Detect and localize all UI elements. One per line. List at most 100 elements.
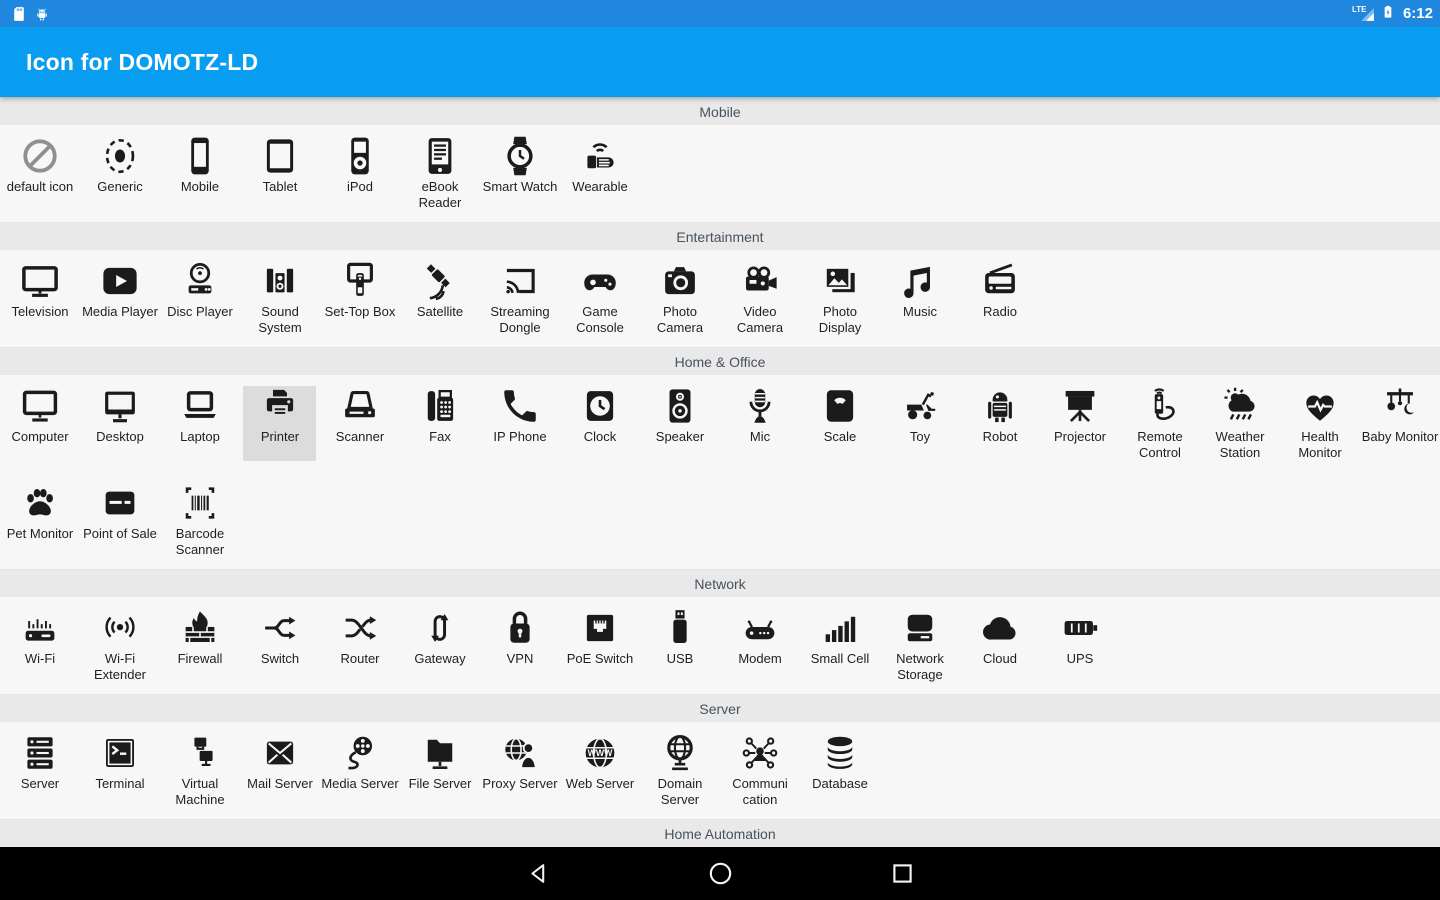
- icon-option-sound-system[interactable]: Sound System: [240, 250, 320, 347]
- icon-option-label: USB: [666, 651, 694, 666]
- icon-option-label: Terminal: [95, 776, 145, 791]
- icon-option-barcode-scanner[interactable]: Barcode Scanner: [160, 472, 240, 569]
- back-icon[interactable]: [523, 859, 553, 889]
- communication-icon: [739, 731, 781, 775]
- icon-option-radio[interactable]: Radio: [960, 250, 1040, 347]
- icon-option-default-icon[interactable]: default icon: [0, 125, 80, 222]
- icon-option-media-player[interactable]: Media Player: [80, 250, 160, 347]
- icon-option-generic[interactable]: Generic: [80, 125, 160, 222]
- proxy-server-icon: [499, 731, 541, 775]
- icon-option-switch[interactable]: Switch: [240, 597, 320, 694]
- robot-icon: [979, 384, 1021, 428]
- icon-option-computer[interactable]: Computer: [0, 375, 80, 472]
- icon-option-virtual-machine[interactable]: Virtual Machine: [160, 722, 240, 819]
- icon-option-label: Wearable: [572, 179, 628, 194]
- music-icon: [899, 259, 941, 303]
- icon-option-photo-display[interactable]: Photo Display: [800, 250, 880, 347]
- icon-option-set-top-box[interactable]: Set-Top Box: [320, 250, 400, 347]
- icon-option-disc-player[interactable]: Disc Player: [160, 250, 240, 347]
- icon-option-label: Cloud: [983, 651, 1017, 666]
- network-storage-icon: [899, 606, 941, 650]
- icon-option-baby-monitor[interactable]: Baby Monitor: [1360, 375, 1440, 472]
- recents-icon[interactable]: [887, 859, 917, 889]
- icon-option-remote-control[interactable]: Remote Control: [1120, 375, 1200, 472]
- icon-option-small-cell[interactable]: Small Cell: [800, 597, 880, 694]
- icon-option-cloud[interactable]: Cloud: [960, 597, 1040, 694]
- icon-option-label: Barcode Scanner: [175, 526, 225, 557]
- icon-option-network-storage[interactable]: Network Storage: [880, 597, 960, 694]
- icon-option-label: Photo Camera: [656, 304, 704, 335]
- icon-option-game-console[interactable]: Game Console: [560, 250, 640, 347]
- android-nav-bar: [0, 847, 1440, 900]
- icon-option-label: Scale: [823, 429, 857, 444]
- icon-option-modem[interactable]: Modem: [720, 597, 800, 694]
- icon-option-ipod[interactable]: iPod: [320, 125, 400, 222]
- icon-option-web-server[interactable]: WWW Web Server: [560, 722, 640, 819]
- disc-player-icon: [179, 259, 221, 303]
- mail-server-icon: [259, 731, 301, 775]
- icon-option-weather-station[interactable]: Weather Station: [1200, 375, 1280, 472]
- icon-option-robot[interactable]: Robot: [960, 375, 1040, 472]
- svg-text:WWW: WWW: [588, 748, 614, 758]
- icon-option-projector[interactable]: Projector: [1040, 375, 1120, 472]
- icon-option-media-server[interactable]: Media Server: [320, 722, 400, 819]
- icon-option-laptop[interactable]: Laptop: [160, 375, 240, 472]
- icon-option-wi-fi-extender[interactable]: Wi-Fi Extender: [80, 597, 160, 694]
- icon-option-streaming-dongle[interactable]: Streaming Dongle: [480, 250, 560, 347]
- icon-option-proxy-server[interactable]: Proxy Server: [480, 722, 560, 819]
- icon-option-tablet[interactable]: Tablet: [240, 125, 320, 222]
- icon-option-server[interactable]: Server: [0, 722, 80, 819]
- icon-option-terminal[interactable]: Terminal: [80, 722, 160, 819]
- icon-option-usb[interactable]: USB: [640, 597, 720, 694]
- icon-option-vpn[interactable]: VPN: [480, 597, 560, 694]
- icon-option-pet-monitor[interactable]: Pet Monitor: [0, 472, 80, 569]
- icon-option-mobile[interactable]: Mobile: [160, 125, 240, 222]
- icon-option-television[interactable]: Television: [0, 250, 80, 347]
- section-grid-server: Server Terminal Virtual Machine Mail Server…: [0, 722, 1440, 819]
- icon-option-label: Music: [903, 304, 937, 319]
- section-header-entertainment: Entertainment: [0, 222, 1440, 250]
- home-icon[interactable]: [705, 859, 735, 889]
- icon-option-speaker[interactable]: Speaker: [640, 375, 720, 472]
- icon-option-label: Media Server: [321, 776, 399, 791]
- app-bar: Icon for DOMOTZ-LD: [0, 27, 1440, 97]
- toy-icon: [899, 384, 941, 428]
- icon-option-scanner[interactable]: Scanner: [320, 375, 400, 472]
- sound-system-icon: [259, 259, 301, 303]
- streaming-dongle-icon: [499, 259, 541, 303]
- icon-option-printer[interactable]: Printer: [240, 375, 320, 472]
- icon-option-fax[interactable]: Fax: [400, 375, 480, 472]
- icon-option-poe-switch[interactable]: PoE Switch: [560, 597, 640, 694]
- icon-option-wi-fi[interactable]: Wi-Fi: [0, 597, 80, 694]
- icon-option-clock[interactable]: Clock: [560, 375, 640, 472]
- icon-option-ip-phone[interactable]: IP Phone: [480, 375, 560, 472]
- icon-option-scale[interactable]: Scale: [800, 375, 880, 472]
- icon-option-music[interactable]: Music: [880, 250, 960, 347]
- icon-option-label: Video Camera: [736, 304, 784, 335]
- icon-option-communi-cation[interactable]: Communi cation: [720, 722, 800, 819]
- icon-option-gateway[interactable]: Gateway: [400, 597, 480, 694]
- icon-option-point-of-sale[interactable]: Point of Sale: [80, 472, 160, 569]
- icon-option-toy[interactable]: Toy: [880, 375, 960, 472]
- icon-option-file-server[interactable]: File Server: [400, 722, 480, 819]
- icon-option-wearable[interactable]: Wearable: [560, 125, 640, 222]
- status-bar-notifications: [10, 5, 51, 23]
- tablet-icon: [259, 134, 301, 178]
- ipod-icon: [339, 134, 381, 178]
- icon-option-desktop[interactable]: Desktop: [80, 375, 160, 472]
- icon-option-firewall[interactable]: Firewall: [160, 597, 240, 694]
- icon-option-satellite[interactable]: Satellite: [400, 250, 480, 347]
- icon-option-label: Domain Server: [657, 776, 703, 807]
- icon-option-video-camera[interactable]: Video Camera: [720, 250, 800, 347]
- icon-option-health-monitor[interactable]: Health Monitor: [1280, 375, 1360, 472]
- icon-option-mic[interactable]: Mic: [720, 375, 800, 472]
- icon-option-mail-server[interactable]: Mail Server: [240, 722, 320, 819]
- icon-option-photo-camera[interactable]: Photo Camera: [640, 250, 720, 347]
- icon-option-ups[interactable]: UPS: [1040, 597, 1120, 694]
- icon-option-router[interactable]: Router: [320, 597, 400, 694]
- icon-option-database[interactable]: Database: [800, 722, 880, 819]
- icon-option-smart-watch[interactable]: Smart Watch: [480, 125, 560, 222]
- web-server-icon: WWW: [579, 731, 621, 775]
- icon-option-ebook-reader[interactable]: eBook Reader: [400, 125, 480, 222]
- icon-option-domain-server[interactable]: Domain Server: [640, 722, 720, 819]
